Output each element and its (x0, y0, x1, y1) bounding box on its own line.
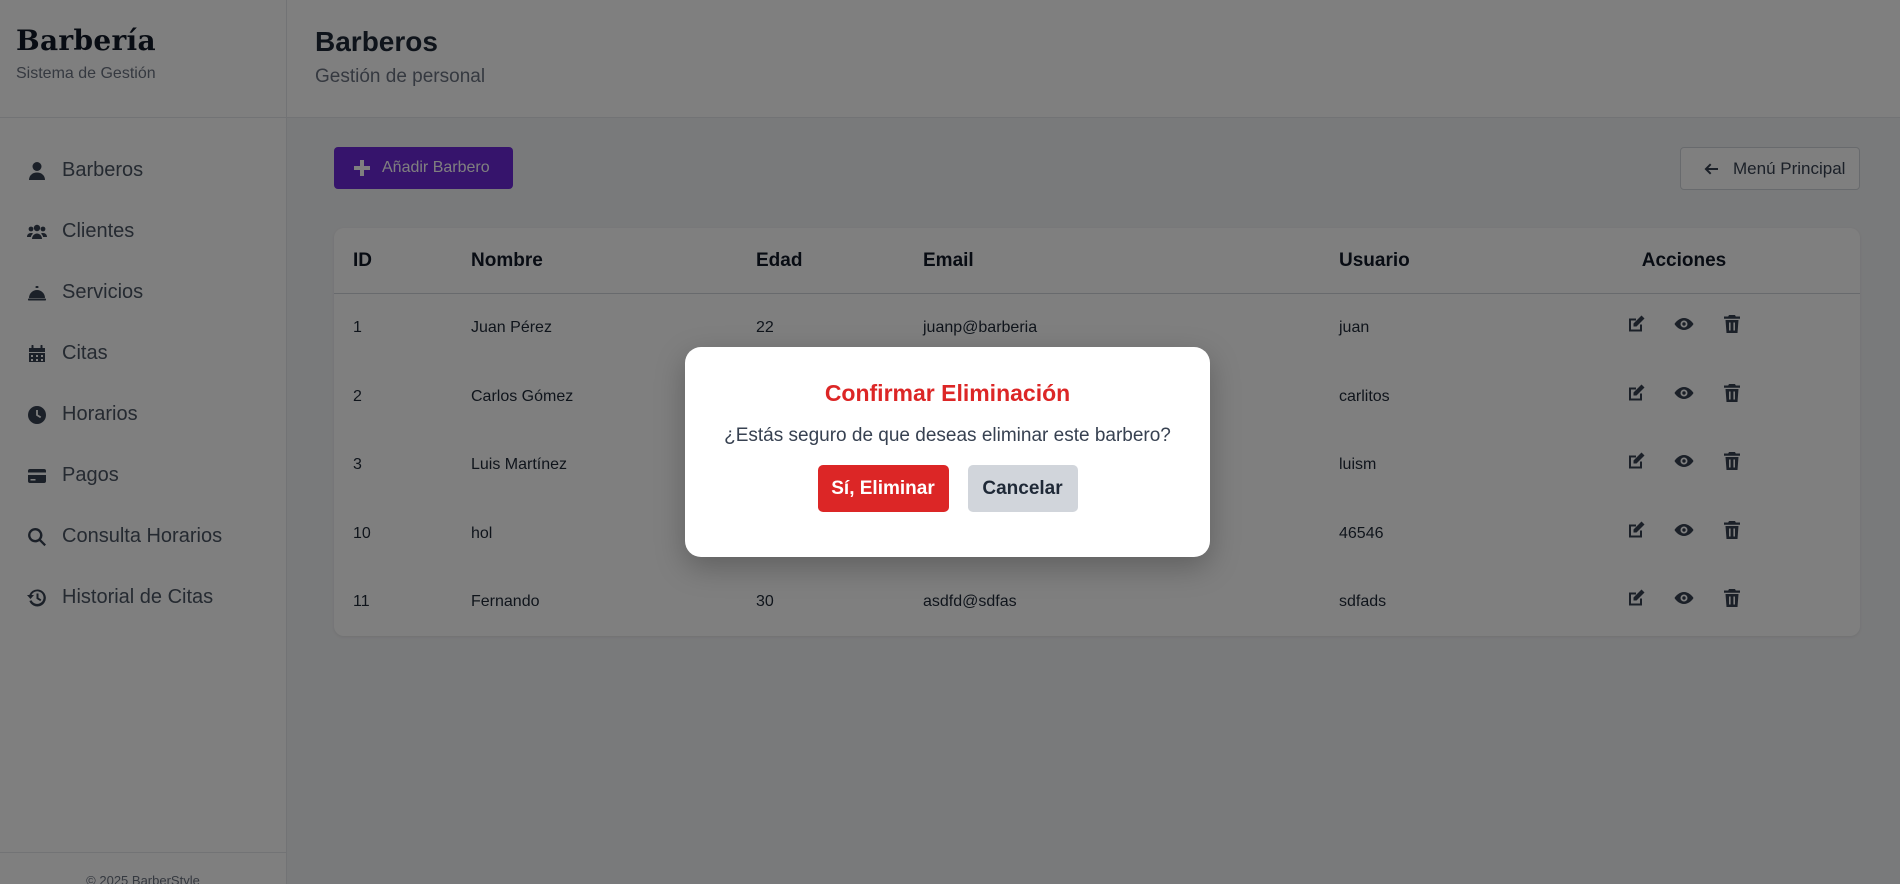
dialog-actions: Sí, Eliminar Cancelar (685, 465, 1210, 512)
dialog-message: ¿Estás seguro de que deseas eliminar est… (724, 425, 1171, 446)
dialog-title: Confirmar Eliminación (824, 380, 1071, 406)
confirm-delete-dialog: Confirmar Eliminación ¿Estás seguro de q… (685, 347, 1210, 557)
cancel-button[interactable]: Cancelar (967, 465, 1078, 512)
confirm-delete-button[interactable]: Sí, Eliminar (817, 465, 949, 512)
